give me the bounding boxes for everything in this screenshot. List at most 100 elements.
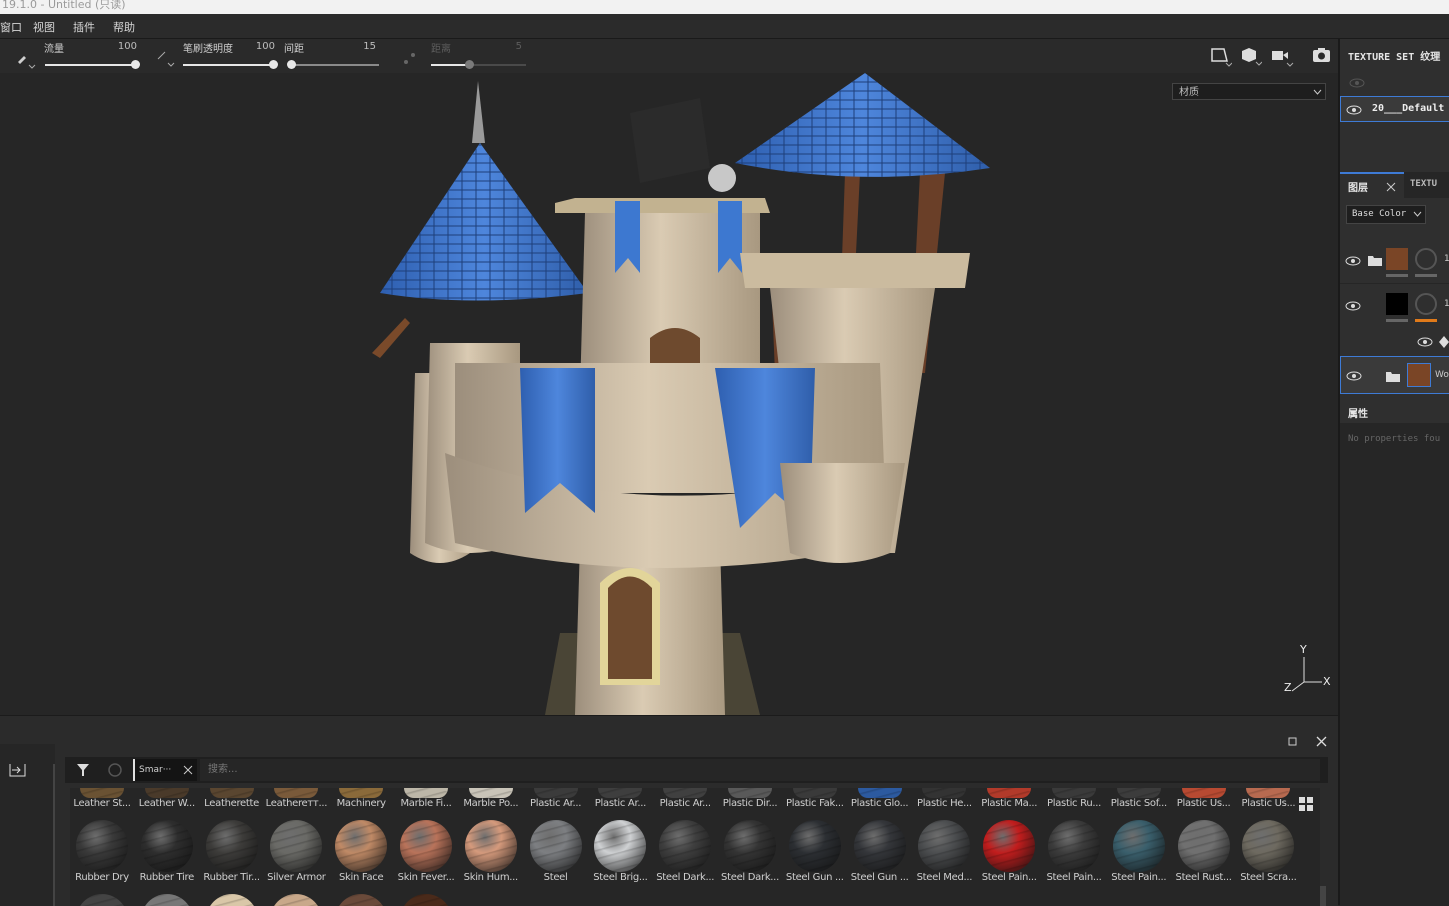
properties-empty-text: No properties fou — [1348, 434, 1441, 444]
material-thumbnail[interactable]: Plastic Ru... — [1042, 788, 1106, 809]
shelf-splitter[interactable] — [53, 764, 55, 906]
material-preview-sphere[interactable] — [140, 894, 193, 906]
material-thumbnail[interactable]: Steel Pain... — [1107, 820, 1171, 883]
material-preview-sphere[interactable] — [335, 894, 388, 906]
material-thumbnail[interactable]: Rubber Tir... — [200, 820, 264, 883]
material-thumbnail[interactable]: Plastic Sof... — [1107, 788, 1171, 809]
material-preview-sphere[interactable] — [270, 894, 323, 906]
material-thumbnail[interactable]: Plastic Ma... — [977, 788, 1041, 809]
material-label: Plastic Glo... — [850, 798, 909, 809]
material-thumbnail[interactable]: Leather W... — [135, 788, 199, 809]
material-label: Plastic He... — [916, 798, 972, 809]
material-thumbnail[interactable]: Silver Armor — [264, 820, 328, 883]
material-thumbnail[interactable]: Plastic Ar... — [588, 788, 652, 809]
castle-model[interactable] — [0, 73, 1338, 715]
menu-plugins[interactable]: 插件 — [73, 19, 95, 35]
screenshot-camera-icon[interactable] — [1312, 46, 1332, 64]
material-thumbnail[interactable]: Plastic Glo... — [848, 788, 912, 809]
chevron-down-icon — [1413, 211, 1422, 217]
menu-window[interactable]: 窗口 — [0, 19, 22, 35]
close-tab-icon[interactable] — [183, 765, 193, 775]
channel-dropdown[interactable]: Base Color — [1346, 205, 1426, 224]
eye-icon[interactable] — [1417, 336, 1435, 348]
material-thumbnail[interactable]: Plastic Fak... — [783, 788, 847, 809]
material-preview-sphere — [533, 788, 578, 798]
3d-cube-icon[interactable] — [1240, 46, 1262, 66]
material-preview-sphere[interactable] — [400, 894, 452, 906]
texture-set-item[interactable]: 20___Default — [1340, 96, 1449, 122]
layer-folder-1[interactable]: 1 — [1340, 239, 1449, 284]
close-icon[interactable] — [1386, 182, 1396, 192]
material-mode-dropdown[interactable]: 材质 — [1172, 83, 1326, 100]
import-icon[interactable] — [9, 762, 27, 778]
material-thumbnail[interactable]: Steel Pain... — [1042, 820, 1106, 883]
fill-bucket-icon — [1439, 336, 1449, 348]
menu-bar: 窗口 视图 插件 帮助 — [0, 14, 1449, 39]
material-thumbnail[interactable]: Leatherette — [200, 788, 264, 809]
material-thumbnail[interactable]: Steel Dark... — [718, 820, 782, 883]
shelf-scrollbar[interactable] — [1320, 886, 1326, 906]
material-thumbnail[interactable]: Machinery — [329, 788, 393, 809]
material-thumbnail[interactable]: Steel Med... — [912, 820, 976, 883]
refresh-icon[interactable] — [107, 762, 123, 778]
material-preview-sphere[interactable] — [76, 894, 128, 906]
material-thumbnail[interactable]: Plastic He... — [912, 788, 976, 809]
folder-icon — [1368, 256, 1382, 266]
material-thumbnail[interactable]: Steel Pain... — [977, 820, 1041, 883]
grid-view-icon[interactable] — [1298, 796, 1314, 812]
material-label: Steel Dark... — [721, 872, 779, 883]
material-thumbnail[interactable]: Steel Scra... — [1236, 820, 1300, 883]
3d-viewport[interactable]: 材质 Y X Z — [0, 73, 1338, 715]
material-label: Steel Gun ... — [850, 872, 909, 883]
material-thumbnail[interactable]: Plastic Dir... — [718, 788, 782, 809]
material-thumbnail[interactable]: Leather St... — [70, 788, 134, 809]
material-thumbnail[interactable]: Marble Po... — [459, 788, 523, 809]
material-thumbnail[interactable]: Rubber Dry — [70, 820, 134, 883]
material-thumbnail[interactable]: Leathereтт... — [264, 788, 328, 809]
material-label: Plastic Fak... — [785, 798, 844, 809]
distance-value[interactable]: 5 — [492, 41, 522, 52]
distance-slider[interactable] — [431, 60, 526, 69]
tab-texture-set-settings[interactable]: TEXTU — [1410, 179, 1437, 189]
material-thumbnail[interactable]: Steel — [524, 820, 588, 883]
material-thumbnail[interactable]: Plastic Us... — [1236, 788, 1300, 809]
menu-view[interactable]: 视图 — [33, 19, 55, 35]
material-preview-sphere — [594, 820, 647, 872]
menu-help[interactable]: 帮助 — [113, 19, 135, 35]
material-row-1: Leather St... Leather W... Leatherette Leat… — [70, 788, 1320, 818]
layer-effect-row[interactable] — [1340, 329, 1449, 355]
eye-icon[interactable] — [1345, 300, 1363, 312]
material-thumbnail[interactable]: Plastic Ar... — [653, 788, 717, 809]
eye-icon[interactable] — [1346, 104, 1364, 116]
material-thumbnail[interactable]: Skin Fever... — [394, 820, 458, 883]
material-thumbnail[interactable]: Marble Fi... — [394, 788, 458, 809]
material-thumbnail[interactable]: Skin Face — [329, 820, 393, 883]
material-thumbnail[interactable]: Steel Gun ... — [783, 820, 847, 883]
camera-video-icon[interactable] — [1270, 47, 1294, 67]
material-thumbnail[interactable]: Skin Hum... — [459, 820, 523, 883]
material-thumbnail[interactable]: Rubber Tire — [135, 820, 199, 883]
2d-view-icon[interactable] — [1210, 47, 1232, 67]
material-row-2: Rubber Dry Rubber Tire Rubber Tir... Silver… — [70, 820, 1320, 890]
material-thumbnail[interactable]: Steel Dark... — [653, 820, 717, 883]
material-preview-sphere[interactable] — [205, 894, 258, 906]
shelf-search-input[interactable]: 搜索... — [200, 759, 1320, 781]
material-preview-sphere — [724, 820, 776, 872]
shelf-panel: Smar··· 搜索... Leather St... Leather W... L… — [0, 715, 1338, 906]
shelf-tab-smart-materials[interactable]: Smar··· — [133, 759, 197, 781]
material-thumbnail[interactable]: Steel Rust... — [1172, 820, 1236, 883]
filter-icon[interactable] — [76, 763, 90, 777]
layer-fill-2[interactable]: 1 — [1340, 284, 1449, 328]
close-panel-icon[interactable] — [1316, 736, 1327, 747]
material-thumbnail[interactable]: Plastic Us... — [1172, 788, 1236, 809]
material-thumbnail[interactable]: Plastic Ar... — [524, 788, 588, 809]
tab-layers[interactable]: 图层 — [1340, 172, 1404, 198]
eye-icon[interactable] — [1345, 255, 1363, 267]
restore-window-icon[interactable] — [1288, 736, 1298, 746]
eye-icon[interactable] — [1346, 370, 1364, 382]
layer-folder-wood[interactable]: Woo — [1340, 356, 1449, 394]
material-thumbnail[interactable]: Steel Gun ... — [848, 820, 912, 883]
material-thumbnail[interactable]: Steel Brig... — [588, 820, 652, 883]
eye-hidden-icon[interactable] — [1349, 77, 1367, 89]
distance-slider-knob[interactable] — [465, 60, 474, 69]
